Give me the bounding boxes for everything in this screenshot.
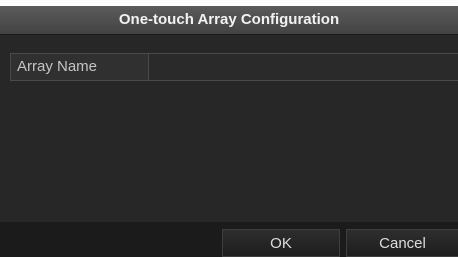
array-config-dialog: One-touch Array Configuration Array Name… — [0, 6, 458, 257]
dialog-titlebar: One-touch Array Configuration — [0, 6, 458, 35]
ok-button[interactable]: OK — [222, 229, 340, 257]
cancel-button[interactable]: Cancel — [346, 229, 458, 257]
dialog-footer: OK Cancel — [0, 222, 458, 257]
array-name-label: Array Name — [11, 54, 149, 80]
array-name-row: Array Name — [10, 53, 458, 81]
array-name-input[interactable] — [150, 54, 458, 80]
dialog-title: One-touch Array Configuration — [118, 11, 340, 28]
